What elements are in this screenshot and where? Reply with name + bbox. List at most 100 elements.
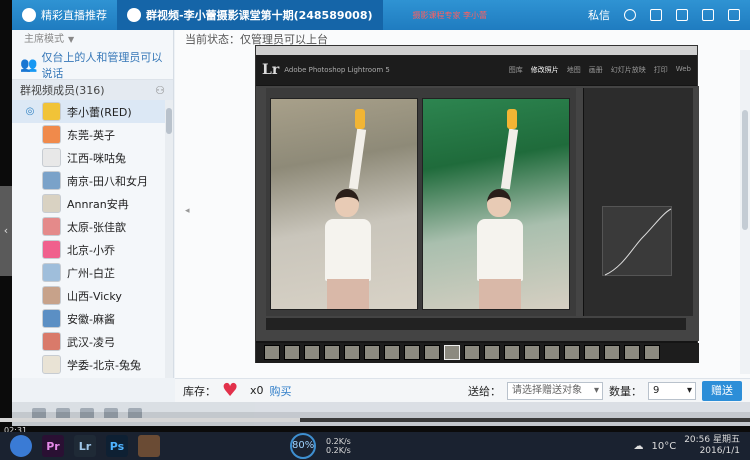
windows-taskbar: Pr Lr Ps 80% 0.2K/s 0.2K/s ☁ 10°C 20:56 星… (0, 432, 750, 460)
tab-group-video[interactable]: 群视频-李小蕾摄影课堂第十期(248589008) (117, 0, 383, 30)
host-icon: ◎ (25, 105, 35, 117)
member-name: 安徽-麻酱 (67, 312, 115, 326)
lr-module-tab[interactable]: 幻灯片放映 (611, 65, 646, 75)
send-gift-button[interactable]: 赠送 (702, 380, 742, 401)
premiere-app[interactable]: Pr (42, 435, 64, 457)
member-item[interactable]: 北京-小乔 (12, 238, 173, 261)
tab-group-video-label: 群视频-李小蕾摄影课堂第十期(248589008) (146, 9, 373, 22)
start-button[interactable] (10, 435, 32, 457)
avatar (42, 171, 61, 190)
inventory-count: x0 (250, 384, 264, 397)
minimize-icon[interactable] (676, 9, 688, 21)
mode-label: 主席模式 (24, 34, 64, 45)
lightroom-logo: Lr (262, 62, 280, 78)
member-item[interactable]: ◎ 李小蕾(RED) (12, 100, 173, 123)
heart-gift-icon[interactable]: ♥ (222, 381, 244, 400)
member-item[interactable]: 武汉-凌弓 (12, 330, 173, 353)
qty-value: 9 (653, 384, 660, 396)
clock[interactable]: 20:56 星期五 2016/1/1 (684, 435, 740, 457)
member-name: 广州-白芷 (67, 266, 115, 280)
members-header: 群视频成员(316) ⚇ (12, 80, 173, 100)
close-icon[interactable] (728, 9, 740, 21)
speaking-notice: 👥 仅台上的人和管理员可以说话 (12, 50, 173, 80)
temperature: 10°C (651, 440, 677, 452)
chevron-down-icon: ▾ (593, 384, 599, 396)
member-name: 江西-咪咕兔 (67, 151, 126, 165)
tab-featured[interactable]: 精彩直播推荐 (12, 0, 117, 30)
member-item[interactable]: 江西-咪咕兔 (12, 146, 173, 169)
member-item[interactable]: 安徽-麻酱 (12, 307, 173, 330)
group-icon: 👥 (20, 56, 38, 73)
net-up: 0.2K/s (326, 437, 351, 446)
member-item[interactable]: 太原-张佳歆 (12, 215, 173, 238)
mode-selector[interactable]: 主席模式 ▼ (12, 30, 173, 50)
lr-module-tab[interactable]: 打印 (654, 65, 668, 75)
chevron-down-icon: ▼ (68, 35, 75, 44)
filmstrip (256, 343, 699, 363)
add-member-icon[interactable]: ⚇ (155, 84, 165, 97)
buy-link[interactable]: 购买 (270, 383, 292, 399)
qty-select[interactable]: 9 ▾ (648, 381, 696, 400)
main-video-area: 当前状态：仅管理员可以上台 ◂ Lr Adobe Photoshop Light… (175, 30, 750, 378)
avatar (42, 309, 61, 328)
tone-curve[interactable] (602, 206, 672, 276)
tone-curve-graph (604, 208, 672, 276)
sidebar: 主席模式 ▼ 👥 仅台上的人和管理员可以说话 群视频成员(316) ⚇ ◎ 李小蕾(… (12, 30, 174, 378)
member-item[interactable]: 浙江-信马 (12, 376, 173, 378)
member-item[interactable]: 南京-田八和女月 (12, 169, 173, 192)
qty-label: 数量： (609, 384, 642, 398)
lr-module-tab[interactable]: 修改照片 (531, 65, 559, 75)
lr-module-tab[interactable]: 图库 (509, 65, 523, 75)
member-name: 武汉-凌弓 (67, 335, 115, 349)
net-down: 0.2K/s (326, 446, 351, 455)
member-list: ◎ 李小蕾(RED) 东莞-英子江西-咪咕兔南京-田八和女月 Annran安冉太原-张… (12, 100, 173, 378)
member-item[interactable]: Annran安冉 (12, 192, 173, 215)
previous-icon[interactable]: ‹ (0, 186, 12, 276)
member-name: 学委-北京-兔兔 (67, 358, 141, 372)
avatar (42, 125, 61, 144)
video-tools-strip (12, 402, 750, 426)
member-name: 太原-张佳歆 (67, 220, 126, 234)
maximize-icon[interactable] (702, 9, 714, 21)
system-tray: ☁ 10°C 20:56 星期五 2016/1/1 (633, 435, 740, 457)
before-photo (270, 98, 418, 310)
lr-module-tab[interactable]: 地图 (567, 65, 581, 75)
member-name: 南京-田八和女月 (67, 174, 148, 188)
lightroom-app[interactable]: Lr (74, 435, 96, 457)
playback-progress[interactable] (0, 418, 750, 422)
gift-bar: 库存： ♥ x0 购买 送给： 请选择赠送对象 ▾ 数量： 9 ▾ 赠送 (175, 378, 750, 402)
photoshop-app[interactable]: Ps (106, 435, 128, 457)
recipient-select[interactable]: 请选择赠送对象 ▾ (507, 381, 603, 400)
member-item[interactable]: 广州-白芷 (12, 261, 173, 284)
member-scrollbar[interactable] (165, 100, 173, 378)
live-icon (22, 8, 36, 22)
member-item[interactable]: 东莞-英子 (12, 123, 173, 146)
avatar (42, 148, 61, 167)
avatar (42, 240, 61, 259)
send-to-label: 送给： (468, 384, 501, 398)
member-item[interactable]: 学委-北京-兔兔 (12, 353, 173, 376)
lightroom-module-nav: 图库 修改照片 地图 画册 幻灯片放映 打印 Web (509, 65, 691, 75)
avatar (42, 355, 61, 374)
settings-icon[interactable] (624, 9, 636, 21)
lightroom-toolbar (266, 318, 686, 330)
qq-group-video-window: 精彩直播推荐 群视频-李小蕾摄影课堂第十期(248589008) 摄影课程专家 … (12, 0, 750, 412)
private-message-link[interactable]: 私信 (588, 7, 610, 23)
member-name: 李小蕾(RED) (67, 105, 132, 119)
lr-module-tab[interactable]: Web (676, 65, 691, 75)
member-item[interactable]: 山西-Vicky (12, 284, 173, 307)
main-scrollbar[interactable] (740, 50, 750, 374)
skin-icon[interactable] (650, 9, 662, 21)
lightroom-product-name: Adobe Photoshop Lightroom 5 (284, 65, 390, 74)
collapse-left-icon[interactable]: ◂ (185, 206, 190, 216)
lr-module-tab[interactable]: 画册 (589, 65, 603, 75)
qq-app[interactable] (138, 435, 160, 457)
recipient-placeholder: 请选择赠送对象 (512, 384, 582, 396)
avatar (42, 332, 61, 351)
